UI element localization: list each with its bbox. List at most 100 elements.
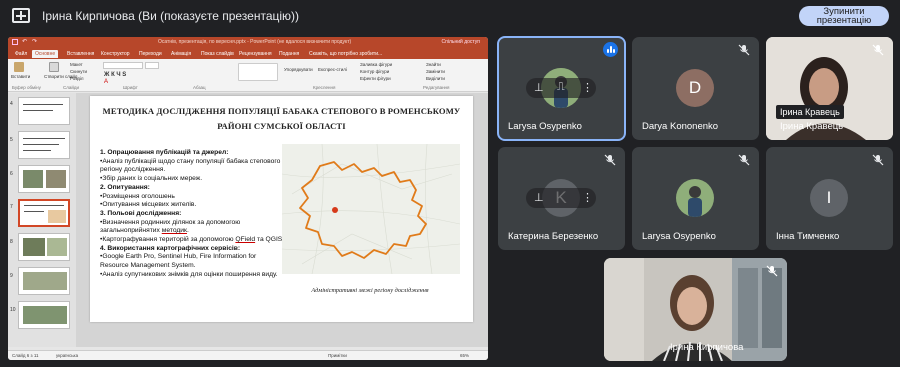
notes-button[interactable]: Примітки <box>328 353 347 358</box>
undo-icon[interactable]: ↶ <box>22 38 28 45</box>
tab-design[interactable]: Конструктор <box>98 50 133 58</box>
tab-slideshow[interactable]: Показ слайдів <box>198 50 237 58</box>
paste-icon[interactable] <box>14 62 24 72</box>
shape-effects-label[interactable]: Ефекти фігури <box>360 76 391 81</box>
bullet: •Опитування місцевих жителів. <box>100 201 197 209</box>
thumb-number: 4 <box>10 101 13 107</box>
tab-home[interactable]: Основне <box>32 50 59 58</box>
pin-icon[interactable]: ⊥ <box>534 191 544 204</box>
bullet: •Визначення родинних ділянок за допомого… <box>100 218 241 235</box>
slide-thumbnail[interactable] <box>18 165 70 193</box>
participant-tile[interactable]: Larysa Osypenko <box>632 147 759 250</box>
more-options-icon[interactable]: ⋮ <box>582 191 593 204</box>
mic-off-icon <box>604 154 616 166</box>
participant-name-chip: Ірина Кравець <box>776 105 844 119</box>
slide-title: МЕТОДИКА ДОСЛІДЖЕННЯ ПОПУЛЯЦІЇ БАБАКА СТ… <box>102 106 461 131</box>
speaking-indicator-icon <box>603 42 618 57</box>
share-label[interactable]: Спільний доступ <box>442 39 480 45</box>
font-color-icon[interactable]: A <box>104 79 108 85</box>
ribbon-tabs: Файл Основне Вставлення Конструктор Пере… <box>8 49 488 59</box>
participant-tile[interactable]: ⊥ ⎍ ⋮ Larysa Osypenko <box>497 36 626 141</box>
slide-counter: Слайд 6 з 11 <box>12 353 39 358</box>
slide-body-text: 1. Опрацювання публікацій та джерел: •Ан… <box>100 149 285 280</box>
tab-animations[interactable]: Анімація <box>168 50 194 58</box>
bold-icon[interactable]: Ж К Ч S <box>104 72 126 78</box>
tab-review[interactable]: Рецензування <box>236 50 275 58</box>
mic-off-icon <box>872 44 884 56</box>
font-name-box[interactable] <box>103 62 143 69</box>
bullet: •Розміщення оголошень <box>100 192 175 200</box>
find-label[interactable]: Знайти <box>426 62 441 67</box>
thumb-number: 8 <box>10 239 13 245</box>
self-view-tile[interactable]: Ірина Кирпичова <box>604 258 787 361</box>
participant-tile[interactable]: K ⊥ ⋮ Катерина Березенко <box>498 147 625 250</box>
participant-name: Ірина Кравець <box>780 121 844 132</box>
mic-off-icon <box>738 154 750 166</box>
bullet: •Збір даних із соціальних мереж. <box>100 175 203 183</box>
replace-label[interactable]: Замінити <box>426 69 445 74</box>
slide-thumbnail[interactable] <box>18 97 70 125</box>
tab-file[interactable]: Файл <box>12 50 30 58</box>
participant-name: Інна Тимченко <box>776 231 840 242</box>
present-screen-icon <box>12 8 30 23</box>
redo-icon[interactable]: ↷ <box>32 38 38 45</box>
pin-icon[interactable]: ⊥ <box>534 81 544 94</box>
layout-label[interactable]: Макет <box>70 62 83 67</box>
participant-avatar: I <box>810 179 848 217</box>
group-paragraph: Абзац <box>193 85 206 90</box>
mic-off-icon <box>738 44 750 56</box>
bullet: •Аналіз супутникових знімків для оцінки … <box>100 270 278 278</box>
tell-me-box[interactable]: Скажіть, що потрібно зробити... <box>306 50 385 58</box>
participant-name: Катерина Березенко <box>508 231 599 242</box>
participant-tile[interactable]: Ірина Кравець Ірина Кравець <box>766 37 893 140</box>
paste-label[interactable]: Вставити <box>11 74 30 79</box>
mic-off-icon <box>766 265 778 277</box>
stop-presenting-button[interactable]: Зупинити презентацію <box>799 6 889 26</box>
section-heading: 3. Польові дослідження: <box>100 209 182 217</box>
shape-outline-label[interactable]: Контур фігури <box>360 69 389 74</box>
tab-insert[interactable]: Вставлення <box>64 50 97 58</box>
map-caption: Адміністративні межі регіону дослідження <box>311 287 429 294</box>
slide-thumbnail[interactable] <box>18 233 70 261</box>
participant-tile[interactable]: D Darya Kononenko <box>632 37 759 140</box>
mic-icon[interactable]: ⎍ <box>557 81 565 94</box>
thumb-number: 9 <box>10 273 13 279</box>
mic-off-icon <box>872 154 884 166</box>
group-editing: Редагування <box>423 85 450 90</box>
ribbon: Вставити Створити слайд Макет Скинути Ро… <box>8 59 488 92</box>
thumb-number: 7 <box>10 204 13 210</box>
arrange-label[interactable]: Упорядкувати <box>284 67 313 72</box>
tab-transitions[interactable]: Переходи <box>136 50 165 58</box>
zoom-level[interactable]: 65% <box>460 353 469 358</box>
select-label[interactable]: Виділити <box>426 76 445 81</box>
region-boundary-map <box>282 144 460 274</box>
slide-thumbnail[interactable] <box>18 131 70 159</box>
bullet: •Google Earth Pro, Sentinel Hub, Fire In… <box>100 253 257 270</box>
tile-hover-controls[interactable]: ⊥ ⋮ <box>526 188 596 208</box>
shape-fill-label[interactable]: Заливка фігури <box>360 62 392 67</box>
reset-label[interactable]: Скинути <box>70 69 87 74</box>
quick-styles-label[interactable]: Експрес-стилі <box>318 67 347 72</box>
thumb-number: 5 <box>10 137 13 143</box>
group-slides: Слайди <box>63 85 80 90</box>
current-slide[interactable]: МЕТОДИКА ДОСЛІДЖЕННЯ ПОПУЛЯЦІЇ БАБАКА СТ… <box>90 96 473 322</box>
slide-thumbnail[interactable] <box>18 267 70 295</box>
language-indicator[interactable]: українська <box>56 353 78 358</box>
participant-tile[interactable]: I Інна Тимченко <box>766 147 893 250</box>
slide-thumbnail[interactable] <box>18 301 70 329</box>
slide-thumbnail-selected[interactable] <box>18 199 70 227</box>
tab-view[interactable]: Подання <box>276 50 302 58</box>
section-label[interactable]: Розділ <box>70 76 83 81</box>
participant-photo <box>676 179 714 217</box>
font-size-box[interactable] <box>145 62 159 69</box>
paragraph-controls[interactable] <box>178 63 228 81</box>
shapes-gallery[interactable] <box>238 63 278 81</box>
slide-thumbnails-pane[interactable]: 4 5 6 7 8 9 10 <box>8 93 76 347</box>
powerpoint-status-bar: Слайд 6 з 11 українська Примітки 65% <box>8 350 488 360</box>
more-options-icon[interactable]: ⋮ <box>582 81 593 94</box>
tile-hover-controls[interactable]: ⊥ ⎍ ⋮ <box>526 78 596 98</box>
participant-avatar: D <box>676 69 714 107</box>
new-slide-icon[interactable] <box>49 62 59 72</box>
presentation-tile[interactable]: ↶ ↷ Осатнів, презентація, по вересня.ppt… <box>8 37 488 360</box>
save-icon[interactable] <box>12 39 18 45</box>
